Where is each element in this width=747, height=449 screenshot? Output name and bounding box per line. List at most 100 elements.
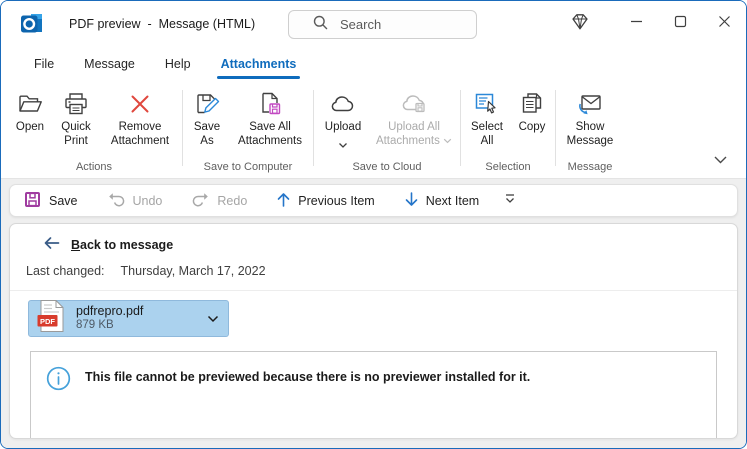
- save-all-attachments-button[interactable]: Save All Attachments: [230, 86, 310, 150]
- copy-button[interactable]: Copy: [512, 86, 552, 136]
- selection-group-label: Selection: [485, 161, 530, 178]
- qat-redo-button[interactable]: Redo: [192, 192, 247, 210]
- ribbon-group-save-to-cloud: Upload Upload All Attachments: [317, 80, 457, 178]
- divider: [10, 290, 737, 291]
- coming-soon-diamond-button[interactable]: [558, 1, 602, 47]
- ribbon-separator: [313, 90, 314, 166]
- upload-cloud-icon: [329, 88, 357, 120]
- ribbon-separator: [182, 90, 183, 166]
- qat-previous-item-button[interactable]: Previous Item: [277, 192, 374, 210]
- close-button[interactable]: [702, 1, 746, 47]
- select-all-label: Select All: [467, 120, 507, 148]
- select-all-button[interactable]: Select All: [464, 86, 510, 150]
- maximize-button[interactable]: [658, 1, 702, 47]
- upload-all-attachments-label: Upload All Attachments: [374, 120, 454, 148]
- last-changed-value: Thursday, March 17, 2022: [121, 264, 266, 280]
- upload-all-cloud-icon: [400, 88, 428, 120]
- preview-notice-box: This file cannot be previewed because th…: [30, 351, 717, 439]
- remove-attachment-label: Remove Attachment: [104, 120, 176, 148]
- pdf-file-icon: PDF: [36, 299, 66, 338]
- collapse-ribbon-button[interactable]: [713, 152, 728, 170]
- select-all-icon: [474, 88, 500, 120]
- window-controls: [558, 1, 746, 47]
- open-button[interactable]: Open: [9, 86, 51, 136]
- attachment-name: pdfrepro.pdf: [76, 304, 197, 319]
- message-buttons: Show Message: [559, 86, 621, 161]
- minimize-button[interactable]: [614, 1, 658, 47]
- save-to-cloud-group-label: Save to Cloud: [352, 161, 421, 178]
- save-all-attachments-label: Save All Attachments: [233, 120, 307, 148]
- save-computer-buttons: Save As Save All Attachments: [186, 86, 310, 161]
- window-title: PDF preview - Message (HTML): [69, 17, 255, 31]
- open-folder-icon: [17, 88, 44, 120]
- diamond-icon: [569, 12, 591, 36]
- copy-icon: [519, 88, 545, 120]
- qat-save-label: Save: [49, 194, 78, 208]
- tab-attachments[interactable]: Attachments: [206, 47, 312, 80]
- qat-undo-label: Undo: [133, 194, 163, 208]
- quick-print-label: Quick Print: [56, 120, 96, 148]
- qat-redo-label: Redo: [217, 194, 247, 208]
- redo-icon: [192, 192, 209, 210]
- back-to-message-label: Back to message: [71, 238, 173, 252]
- show-message-button[interactable]: Show Message: [559, 86, 621, 150]
- chevron-down-icon: [443, 138, 452, 144]
- preview-notice-text: This file cannot be previewed because th…: [85, 370, 530, 384]
- search-placeholder: Search: [340, 17, 381, 32]
- back-rest-text: ack to message: [80, 238, 173, 252]
- ribbon-separator: [460, 90, 461, 166]
- message-group-label: Message: [568, 161, 613, 178]
- undo-icon: [108, 192, 125, 210]
- upload-label: Upload: [325, 120, 361, 134]
- down-arrow-icon: [405, 192, 418, 210]
- toolbar-overflow-icon: [503, 192, 517, 210]
- actions-buttons: Open Quick Print: [9, 86, 179, 161]
- qat-undo-button[interactable]: Undo: [108, 192, 163, 210]
- back-to-message-link[interactable]: Back to message: [43, 236, 737, 254]
- remove-attachment-button[interactable]: Remove Attachment: [101, 86, 179, 150]
- search-input[interactable]: Search: [288, 10, 477, 39]
- quick-print-button[interactable]: Quick Print: [53, 86, 99, 150]
- back-accel-letter: B: [71, 238, 80, 252]
- tab-file[interactable]: File: [19, 47, 69, 80]
- minimize-icon: [630, 15, 643, 33]
- ribbon: Open Quick Print: [1, 80, 746, 179]
- close-icon: [718, 15, 731, 33]
- remove-x-icon: [128, 88, 152, 120]
- qat-next-item-button[interactable]: Next Item: [405, 192, 480, 210]
- tab-message[interactable]: Message: [69, 47, 150, 80]
- tab-help-label: Help: [165, 57, 191, 71]
- chevron-down-icon: [338, 136, 348, 154]
- upload-button[interactable]: Upload: [317, 86, 369, 156]
- qat-save-button[interactable]: Save: [24, 191, 78, 211]
- show-message-icon: [576, 88, 604, 120]
- info-icon: [46, 366, 71, 396]
- printer-icon: [63, 88, 89, 120]
- attachment-size: 879 KB: [76, 319, 197, 333]
- tab-help[interactable]: Help: [150, 47, 206, 80]
- selection-buttons: Select All Copy: [464, 86, 552, 161]
- ribbon-separator: [555, 90, 556, 166]
- tab-file-label: File: [34, 57, 54, 71]
- attachment-preview-pane: Back to message Last changed: Thursday, …: [9, 223, 738, 439]
- save-as-button[interactable]: Save As: [186, 86, 228, 150]
- ribbon-group-message: Show Message Message: [559, 80, 621, 178]
- tab-attachments-label: Attachments: [221, 57, 297, 71]
- back-arrow-icon: [43, 236, 60, 255]
- titlebar: PDF preview - Message (HTML) Search: [1, 1, 746, 47]
- toolbar-overflow-button[interactable]: [503, 192, 517, 210]
- save-all-icon: [257, 88, 283, 120]
- save-floppy-icon: [24, 191, 41, 211]
- save-as-label: Save As: [189, 120, 225, 148]
- save-to-computer-group-label: Save to Computer: [204, 161, 293, 178]
- show-message-label: Show Message: [562, 120, 618, 148]
- ribbon-group-selection: Select All Copy: [464, 80, 552, 178]
- outlook-app-icon: [19, 11, 45, 37]
- attachment-chip[interactable]: PDF pdfrepro.pdf 879 KB: [28, 300, 229, 337]
- last-changed-row: Last changed: Thursday, March 17, 2022: [26, 264, 737, 280]
- copy-label: Copy: [519, 120, 546, 134]
- upload-all-attachments-button[interactable]: Upload All Attachments: [371, 86, 457, 150]
- attachment-options-chevron[interactable]: [207, 310, 219, 328]
- ribbon-tab-bar: File Message Help Attachments: [1, 47, 746, 80]
- ribbon-group-save-to-computer: Save As Save All Attachments: [186, 80, 310, 178]
